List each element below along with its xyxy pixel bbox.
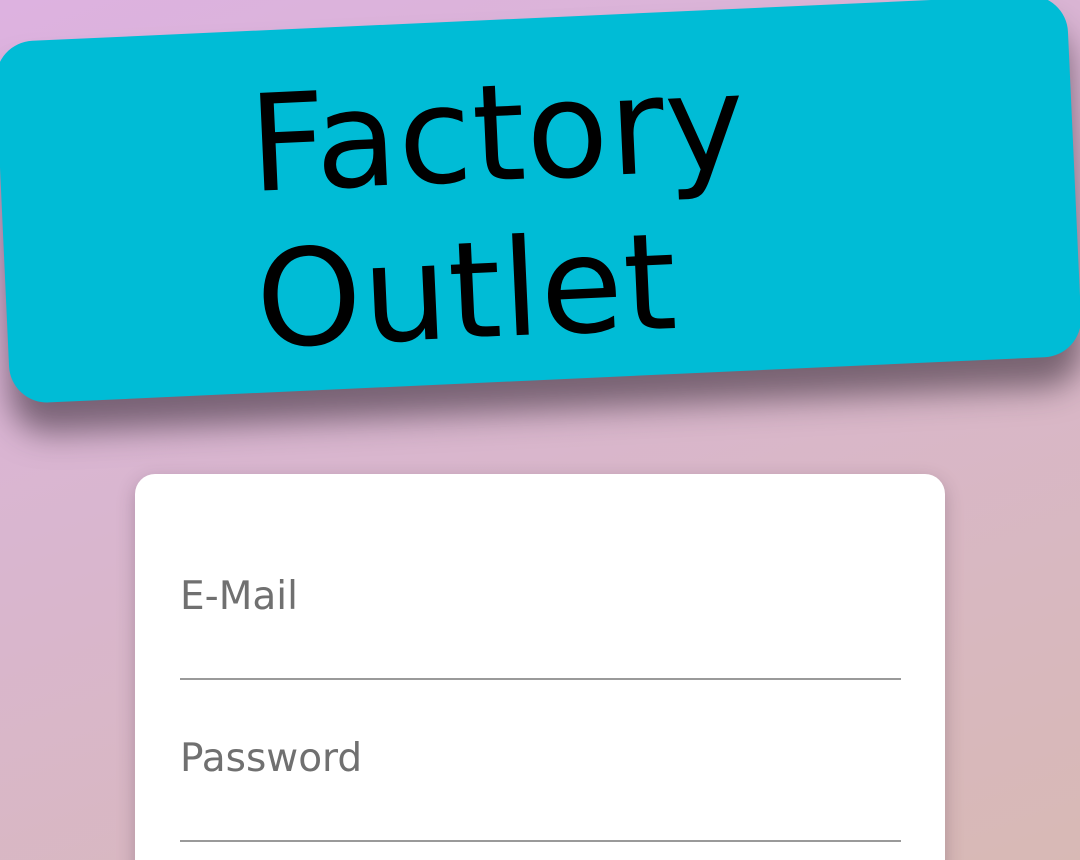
app-title-line-2: Outlet [252,203,681,379]
email-field-label: E-Mail [180,574,298,619]
email-field[interactable]: E-Mail [180,560,901,680]
password-field-label: Password [180,736,363,781]
login-card: E-Mail Password [135,474,945,860]
email-field-underline [180,678,901,680]
app-title: Factory Outlet [246,45,756,379]
password-field-underline [180,840,901,842]
header-banner: Factory Outlet [0,0,1080,405]
password-field[interactable]: Password [180,722,901,842]
app-title-line-1: Factory [245,44,749,223]
